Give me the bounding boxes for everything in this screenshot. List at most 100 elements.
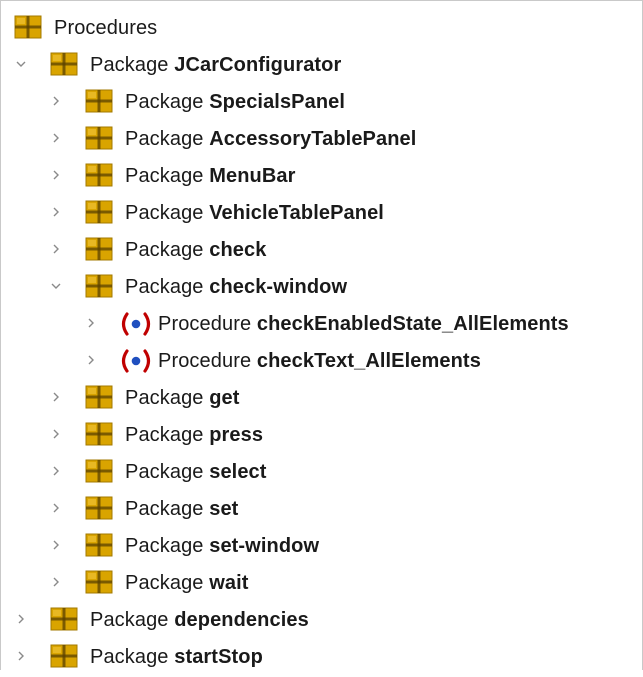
tree-item-select[interactable]: Package select <box>0 455 643 492</box>
chevron-right-icon[interactable] <box>49 94 63 108</box>
tree-item-jcarconfigurator[interactable]: Package JCarConfigurator <box>0 48 643 85</box>
chevron-right-icon[interactable] <box>49 427 63 441</box>
tree-item-label: Package AccessoryTablePanel <box>125 128 416 151</box>
package-icon <box>85 89 113 113</box>
tree-item-check-window[interactable]: Package check-window <box>0 270 643 307</box>
package-icon <box>85 459 113 483</box>
chevron-right-icon[interactable] <box>49 131 63 145</box>
item-kind: Package <box>125 128 204 150</box>
tree-item-label: Package check <box>125 239 266 262</box>
item-name: get <box>209 387 240 409</box>
tree-item-label: Package set-window <box>125 535 319 558</box>
item-kind: Package <box>125 535 204 557</box>
tree-item-checktext_allelements[interactable]: Procedure checkText_AllElements <box>0 344 643 381</box>
tree-item-set[interactable]: Package set <box>0 492 643 529</box>
tree-item-label: Package dependencies <box>90 609 309 632</box>
package-icon <box>50 607 78 631</box>
tree-item-set-window[interactable]: Package set-window <box>0 529 643 566</box>
chevron-right-icon[interactable] <box>49 464 63 478</box>
item-name: JCarConfigurator <box>174 54 342 76</box>
item-name: check <box>209 239 267 261</box>
tree-item-label: Package wait <box>125 572 249 595</box>
tree-item-label: Package press <box>125 424 263 447</box>
tree-item-label: Package SpecialsPanel <box>125 91 345 114</box>
package-icon <box>85 163 113 187</box>
item-kind: Package <box>125 461 204 483</box>
item-name: wait <box>209 572 249 594</box>
item-kind: Procedure <box>158 350 252 372</box>
tree-item-accessorytablepanel[interactable]: Package AccessoryTablePanel <box>0 122 643 159</box>
chevron-right-icon[interactable] <box>49 168 63 182</box>
item-name: set <box>209 498 239 520</box>
item-kind: Package <box>125 276 204 298</box>
chevron-down-icon[interactable] <box>49 279 63 293</box>
tree-item-vehicletablepanel[interactable]: Package VehicleTablePanel <box>0 196 643 233</box>
tree-item-label: Package startStop <box>90 646 263 669</box>
package-icon <box>85 496 113 520</box>
package-icon <box>50 52 78 76</box>
item-name: MenuBar <box>209 165 296 187</box>
item-name: startStop <box>174 646 263 668</box>
item-kind: Package <box>125 239 204 261</box>
tree-item-get[interactable]: Package get <box>0 381 643 418</box>
package-icon <box>85 126 113 150</box>
item-name: checkEnabledState_AllElements <box>256 313 569 335</box>
chevron-right-icon[interactable] <box>84 353 98 367</box>
package-icon <box>14 15 42 39</box>
item-kind: Procedure <box>158 313 252 335</box>
item-kind: Package <box>125 387 204 409</box>
chevron-right-icon[interactable] <box>49 538 63 552</box>
chevron-down-icon[interactable] <box>14 57 28 71</box>
item-kind: Package <box>125 165 204 187</box>
item-name: checkText_AllElements <box>256 350 481 372</box>
chevron-right-icon[interactable] <box>14 612 28 626</box>
tree-item-startstop[interactable]: Package startStop <box>0 640 643 677</box>
tree-item-menubar[interactable]: Package MenuBar <box>0 159 643 196</box>
chevron-right-icon[interactable] <box>49 242 63 256</box>
tree-item-label: Package select <box>125 461 267 484</box>
tree-item-specialspanel[interactable]: Package SpecialsPanel <box>0 85 643 122</box>
item-name: AccessoryTablePanel <box>209 128 417 150</box>
tree-item-label: Package get <box>125 387 240 410</box>
item-name: press <box>209 424 264 446</box>
tree-item-label: Procedure checkText_AllElements <box>158 350 481 373</box>
package-icon <box>50 644 78 668</box>
tree-item-checkenabledstate_allelements[interactable]: Procedure checkEnabledState_AllElements <box>0 307 643 344</box>
tree-item-press[interactable]: Package press <box>0 418 643 455</box>
package-icon <box>85 200 113 224</box>
package-icon <box>85 237 113 261</box>
tree-item-dependencies[interactable]: Package dependencies <box>0 603 643 640</box>
item-name: SpecialsPanel <box>209 91 346 113</box>
chevron-right-icon[interactable] <box>49 575 63 589</box>
chevron-right-icon[interactable] <box>49 390 63 404</box>
tree-item-procedures[interactable]: Procedures <box>0 11 643 48</box>
tree-item-label: Package MenuBar <box>125 165 296 188</box>
item-kind: Package <box>125 424 204 446</box>
item-name: dependencies <box>174 609 309 631</box>
package-icon <box>85 533 113 557</box>
chevron-right-icon[interactable] <box>14 649 28 663</box>
package-icon <box>85 570 113 594</box>
item-name: select <box>209 461 267 483</box>
tree-item-wait[interactable]: Package wait <box>0 566 643 603</box>
item-kind: Package <box>125 91 204 113</box>
tree-item-label: Procedures <box>54 17 158 39</box>
tree-item-label: Package JCarConfigurator <box>90 54 341 77</box>
chevron-right-icon[interactable] <box>49 205 63 219</box>
item-kind: Package <box>125 202 204 224</box>
package-icon <box>85 274 113 298</box>
item-kind: Package <box>90 609 169 631</box>
item-name: set-window <box>209 535 320 557</box>
procedure-icon <box>118 312 154 336</box>
item-name: VehicleTablePanel <box>209 202 384 224</box>
package-icon <box>85 422 113 446</box>
tree-item-label: Package check-window <box>125 276 347 299</box>
chevron-right-icon[interactable] <box>49 501 63 515</box>
tree-item-label: Package VehicleTablePanel <box>125 202 384 225</box>
tree-item-check[interactable]: Package check <box>0 233 643 270</box>
chevron-right-icon[interactable] <box>84 316 98 330</box>
package-icon <box>85 385 113 409</box>
procedures-tree[interactable]: Procedures Package JCarConfigurator Packag… <box>0 11 643 677</box>
procedure-icon <box>118 349 154 373</box>
item-kind: Package <box>125 498 204 520</box>
